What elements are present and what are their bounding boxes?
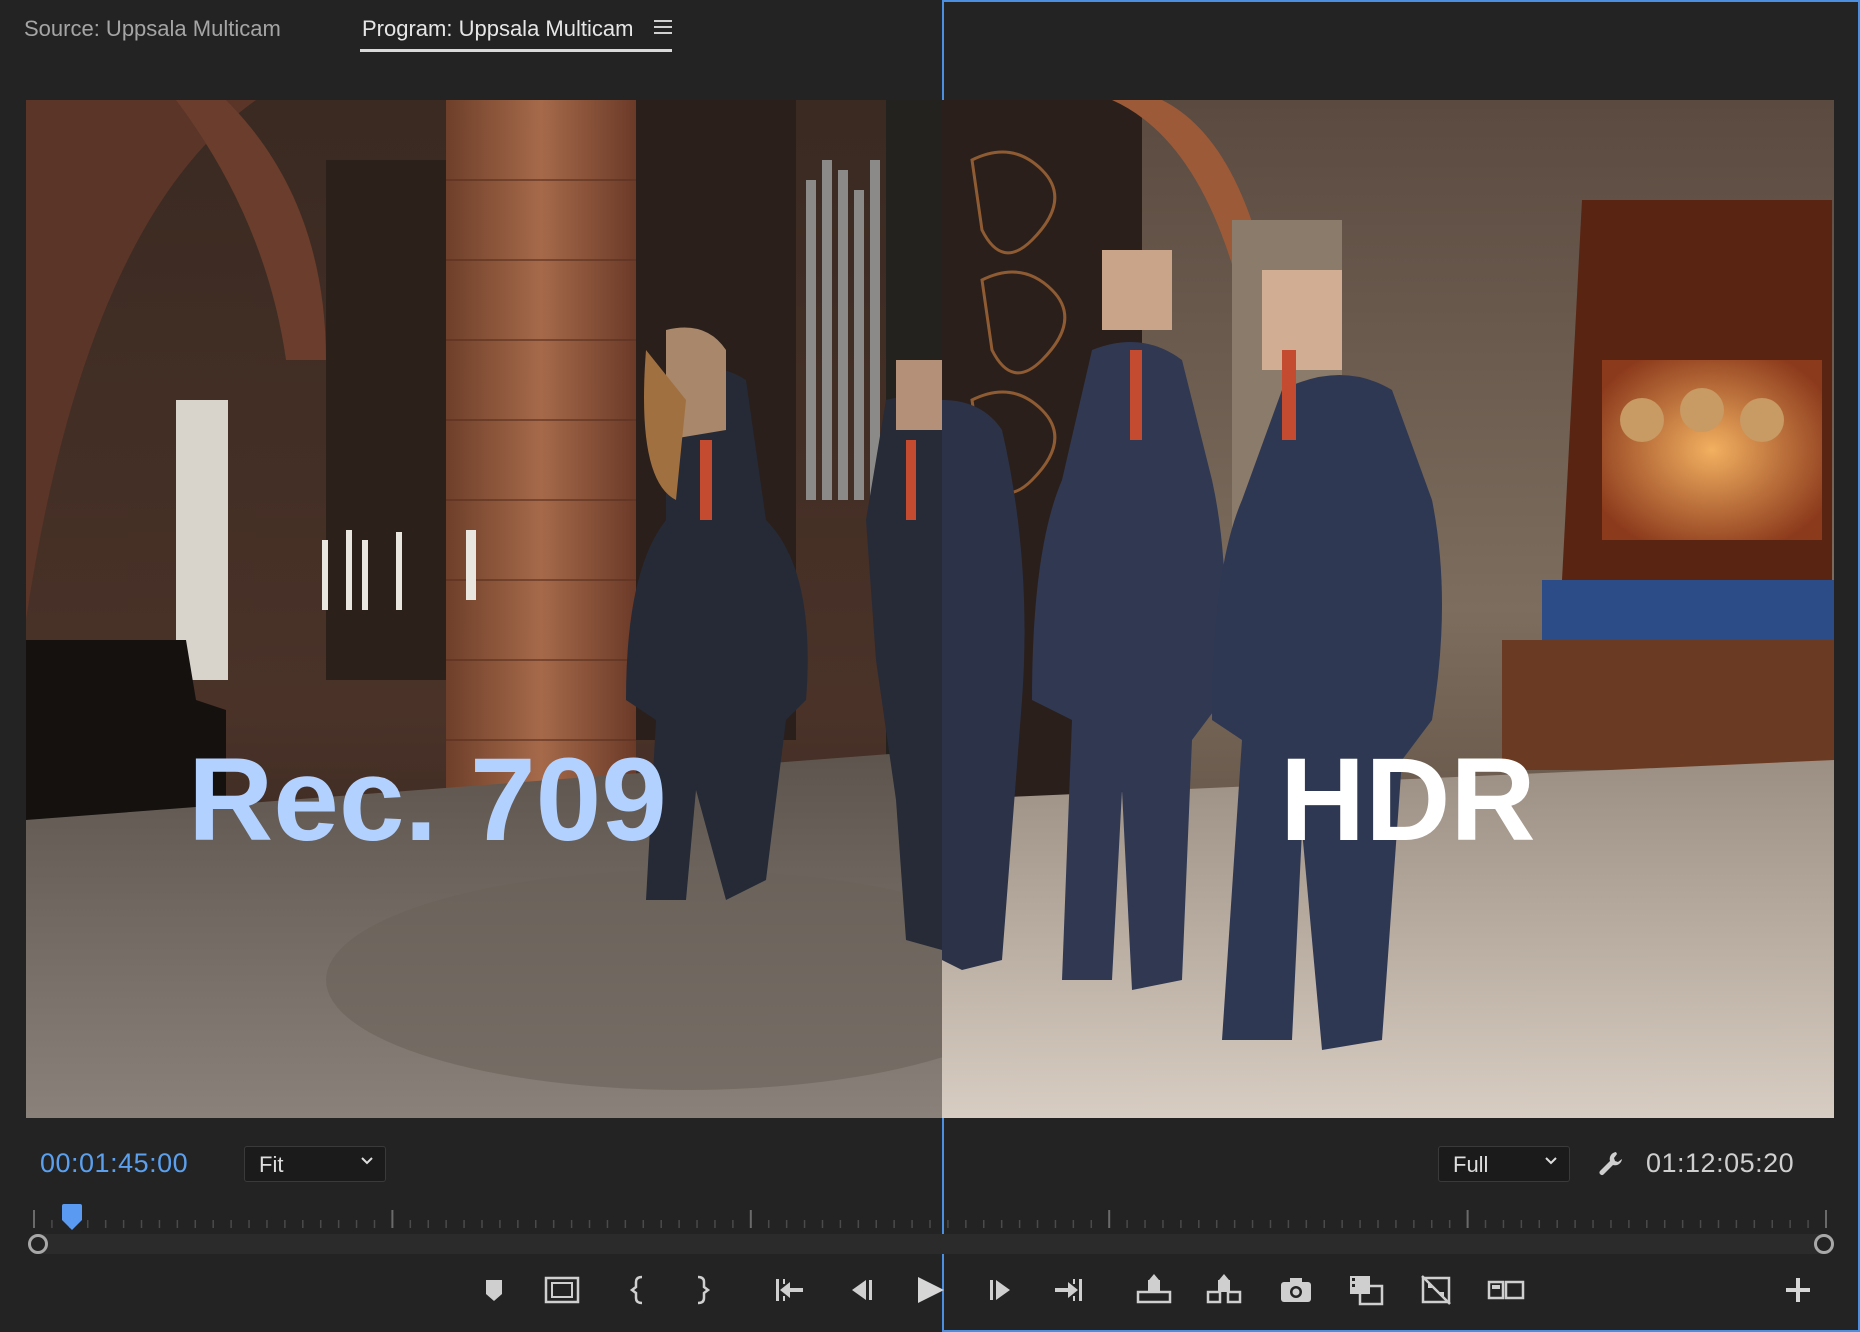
export-frame-button[interactable] — [1276, 1270, 1316, 1310]
mark-in-button[interactable] — [618, 1270, 658, 1310]
mark-in-icon — [629, 1275, 643, 1305]
safe-margins-icon — [544, 1276, 580, 1304]
playhead-timecode[interactable]: 00:01:45:00 — [40, 1148, 188, 1179]
export-frame-icon — [1281, 1278, 1311, 1302]
step-back-button[interactable] — [842, 1270, 882, 1310]
lift-button[interactable] — [1134, 1270, 1174, 1310]
rec709-overlay-text: Rec. 709 — [188, 734, 667, 866]
comparison-view-icon — [1350, 1276, 1384, 1306]
go-to-in-icon — [776, 1279, 803, 1301]
tab-source-monitor[interactable]: Source: Uppsala Multicam — [24, 14, 281, 44]
button-editor-button[interactable] — [1778, 1270, 1818, 1310]
program-video-frame[interactable]: Rec. 709 HDR — [26, 100, 1834, 1118]
hdr-video-image: HDR — [942, 100, 1834, 1118]
playback-resolution-select[interactable]: Full — [1438, 1146, 1570, 1182]
step-forward-button[interactable] — [980, 1270, 1020, 1310]
mark-out-icon — [697, 1275, 711, 1305]
panel-menu-icon[interactable] — [654, 20, 672, 36]
zoom-level-value: Fit — [259, 1152, 284, 1177]
chevron-down-icon — [1545, 1157, 1557, 1165]
extract-button[interactable] — [1204, 1270, 1244, 1310]
comparison-frame-top — [942, 0, 1860, 2]
tab-program-monitor[interactable]: Program: Uppsala Multicam — [362, 14, 633, 44]
zoom-scrollbar[interactable] — [34, 1234, 1826, 1254]
time-ruler[interactable] — [28, 1206, 1832, 1230]
multicam-view-icon — [1487, 1280, 1525, 1300]
panel-tab-bar: Source: Uppsala Multicam Program: Uppsal… — [0, 0, 1860, 58]
lift-icon — [1136, 1274, 1172, 1304]
resolution-value: Full — [1453, 1152, 1489, 1177]
playhead-marker[interactable] — [61, 1204, 83, 1230]
extract-icon — [1206, 1274, 1242, 1304]
wrench-icon[interactable] — [1596, 1148, 1626, 1178]
button-editor-icon — [1786, 1278, 1810, 1302]
zoom-handle-right[interactable] — [1814, 1234, 1834, 1254]
duration-timecode: 01:12:05:20 — [1646, 1148, 1795, 1178]
mark-out-button[interactable] — [682, 1270, 722, 1310]
go-to-out-icon — [1055, 1279, 1082, 1301]
toggle-proxies-button[interactable] — [1416, 1270, 1456, 1310]
go-to-in-button[interactable] — [770, 1270, 810, 1310]
play-icon — [918, 1277, 944, 1303]
hdr-overlay-text: HDR — [1280, 734, 1536, 866]
safe-margins-button[interactable] — [542, 1270, 582, 1310]
rec709-video-image: Rec. 709 — [26, 100, 942, 1118]
zoom-handle-left[interactable] — [28, 1234, 48, 1254]
step-forward-icon — [990, 1280, 1010, 1300]
add-marker-button[interactable] — [474, 1270, 514, 1310]
comparison-view-button[interactable] — [1346, 1270, 1386, 1310]
add-marker-icon — [486, 1280, 502, 1301]
go-to-out-button[interactable] — [1048, 1270, 1088, 1310]
zoom-level-select[interactable]: Fit — [244, 1146, 386, 1182]
play-button[interactable] — [910, 1270, 950, 1310]
active-tab-underline — [360, 49, 672, 52]
chevron-down-icon — [361, 1157, 373, 1165]
step-back-icon — [852, 1280, 872, 1300]
multicam-view-button[interactable] — [1486, 1270, 1526, 1310]
toggle-proxies-icon — [1421, 1275, 1451, 1305]
